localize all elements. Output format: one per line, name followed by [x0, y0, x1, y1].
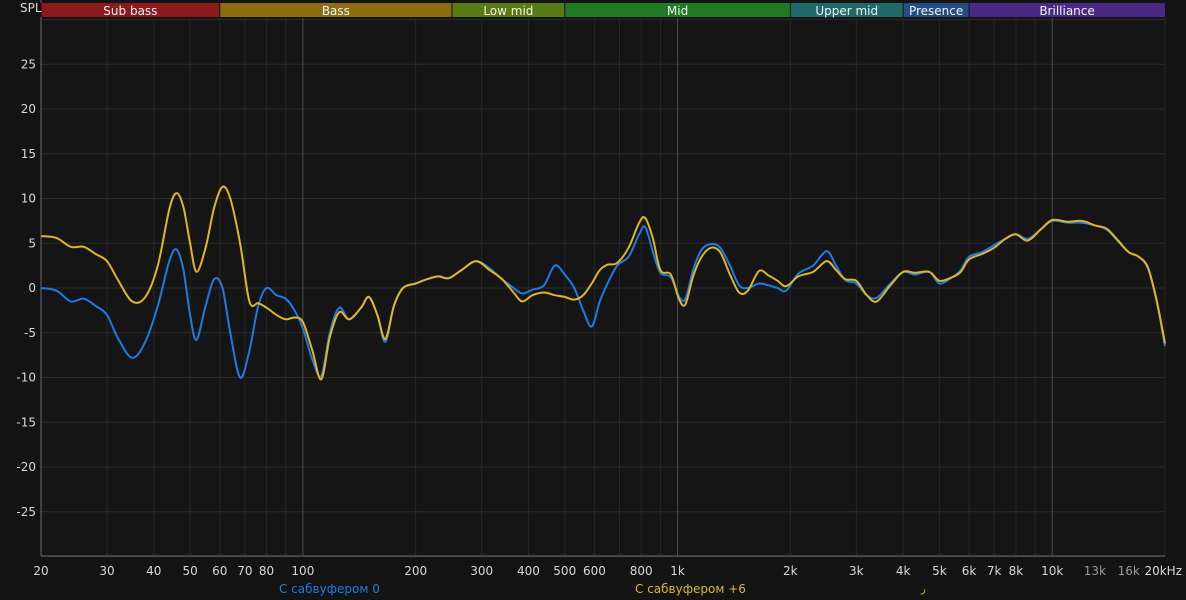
y-tick-label: -10: [16, 371, 36, 385]
plot-area: [41, 18, 1165, 556]
x-tick-label: 20: [33, 564, 48, 578]
x-tick-label: 10k: [1041, 564, 1063, 578]
x-tick-label: 60: [212, 564, 227, 578]
y-tick-label: 25: [21, 57, 36, 71]
x-tick-label: 40: [146, 564, 161, 578]
band-label-0: Sub bass: [103, 4, 157, 18]
x-tick-label: 50: [182, 564, 197, 578]
y-axis-label: SPL: [20, 1, 42, 15]
x-tick-label: 500: [553, 564, 576, 578]
x-tick-label: 7k: [987, 564, 1002, 578]
legend-series-0: С сабвуфером 0: [279, 582, 380, 596]
y-tick-label: 10: [21, 192, 36, 206]
x-tick-label: 3k: [849, 564, 864, 578]
x-tick-label: 4k: [896, 564, 911, 578]
x-tick-label: 300: [470, 564, 493, 578]
y-tick-label: -25: [16, 505, 36, 519]
x-tick-label: 1k: [670, 564, 685, 578]
x-tick-label: 5k: [932, 564, 947, 578]
band-label-5: Presence: [909, 4, 963, 18]
x-tick-label: 400: [517, 564, 540, 578]
y-tick-label: 5: [28, 236, 36, 250]
x-tick-label: 600: [583, 564, 606, 578]
x-tick-label: 13k: [1084, 564, 1106, 578]
y-tick-label: 20: [21, 102, 36, 116]
y-tick-label: -15: [16, 415, 36, 429]
y-tick-label: -20: [16, 460, 36, 474]
band-label-1: Bass: [322, 4, 350, 18]
x-tick-label: 20kHz: [1144, 564, 1182, 578]
y-tick-label: 15: [21, 147, 36, 161]
x-tick-label: 8k: [1009, 564, 1024, 578]
x-tick-label: 200: [404, 564, 427, 578]
y-tick-label: -5: [24, 326, 36, 340]
x-tick-label: 800: [630, 564, 653, 578]
x-tick-label: 16k: [1118, 564, 1140, 578]
legend-series-1: С сабвуфером +6: [635, 582, 746, 596]
x-tick-label: 6k: [962, 564, 977, 578]
band-label-4: Upper mid: [815, 4, 878, 18]
x-tick-label: 70: [237, 564, 252, 578]
frequency-response-chart: Sub bass Bass Low mid Mid Upper mid Presence B…: [0, 0, 1186, 600]
band-label-3: Mid: [667, 4, 688, 18]
x-tick-label: 2k: [783, 564, 798, 578]
band-bar: Sub bass Bass Low mid Mid Upper mid Presence B…: [40, 3, 1165, 18]
x-tick-label: 80: [259, 564, 274, 578]
y-tick-label: 0: [28, 281, 36, 295]
band-label-2: Low mid: [483, 4, 533, 18]
x-tick-label: 100: [291, 564, 314, 578]
x-tick-label: 30: [99, 564, 114, 578]
legend-extra-mark: ر: [921, 584, 926, 595]
band-label-6: Brilliance: [1039, 4, 1094, 18]
